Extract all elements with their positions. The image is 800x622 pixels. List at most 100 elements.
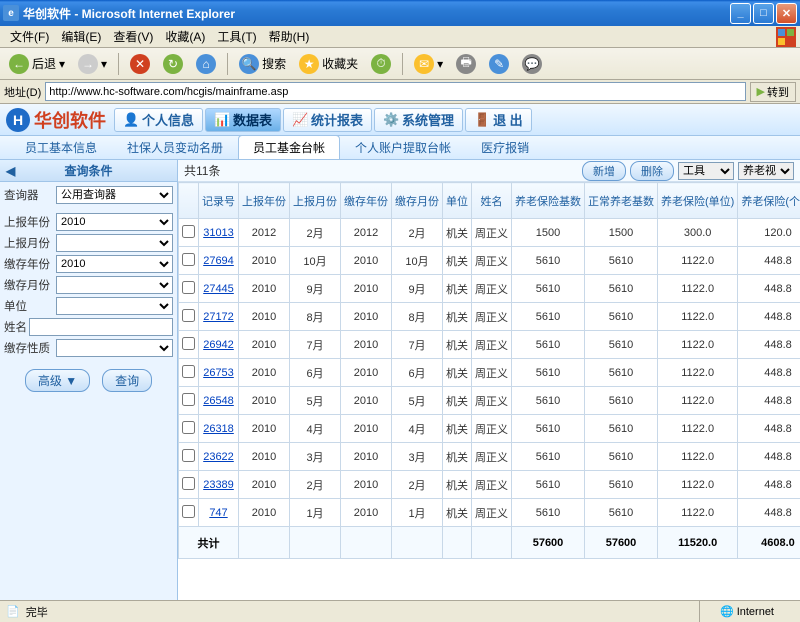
record-link[interactable]: 26318 <box>203 423 234 435</box>
table-row: 27694201010月201010月机关周正义561056101122.044… <box>179 247 800 275</box>
table-row: 2717220108月20108月机关周正义561056101122.0448.… <box>179 303 800 331</box>
maximize-button[interactable]: □ <box>753 3 774 24</box>
row-checkbox[interactable] <box>182 281 195 294</box>
print-button[interactable]: 🖶 <box>451 52 481 76</box>
nature-select[interactable] <box>56 339 173 357</box>
unit-select[interactable] <box>56 297 173 315</box>
row-checkbox[interactable] <box>182 421 195 434</box>
mail-button[interactable]: ✉▾ <box>409 52 448 76</box>
col-header[interactable]: 单位 <box>443 183 472 219</box>
report-month-select[interactable] <box>56 234 173 252</box>
col-header[interactable]: 缴存月份 <box>392 183 443 219</box>
row-checkbox[interactable] <box>182 477 195 490</box>
go-button[interactable]: ▶转到 <box>750 82 796 102</box>
record-link[interactable]: 26942 <box>203 339 234 351</box>
table-row: 74720101月20101月机关周正义561056101122.0448.81… <box>179 499 800 527</box>
query-sidebar: ◀ 查询条件 查询器公用查询器 上报年份2010 上报月份 缴存年份2010 缴… <box>0 160 178 600</box>
table-row: 2362220103月20103月机关周正义561056101122.0448.… <box>179 443 800 471</box>
menu-tools[interactable]: 工具(T) <box>211 26 262 47</box>
search-button[interactable]: 🔍搜索 <box>234 52 291 76</box>
col-header[interactable]: 缴存年份 <box>341 183 392 219</box>
minimize-button[interactable]: _ <box>730 3 751 24</box>
col-header[interactable]: 养老保险(单位) <box>658 183 738 219</box>
forward-button[interactable]: → ▾ <box>73 52 112 76</box>
table-row: 2744520109月20109月机关周正义561056101122.0448.… <box>179 275 800 303</box>
nav-3[interactable]: ⚙️系统管理 <box>374 108 463 132</box>
row-checkbox[interactable] <box>182 505 195 518</box>
table-row: 2675320106月20106月机关周正义561056101122.0448.… <box>179 359 800 387</box>
table-row: 2694220107月20107月机关周正义561056101122.0448.… <box>179 331 800 359</box>
col-header[interactable]: 正常养老基数 <box>585 183 658 219</box>
query-button[interactable]: 查询 <box>102 369 152 392</box>
total-label: 共计 <box>179 527 239 559</box>
row-checkbox[interactable] <box>182 225 195 238</box>
menu-view[interactable]: 查看(V) <box>107 26 159 47</box>
record-link[interactable]: 26548 <box>203 395 234 407</box>
querier-select[interactable]: 公用查询器 <box>56 186 173 204</box>
record-link[interactable]: 31013 <box>203 227 234 239</box>
logo-icon: H <box>6 108 30 132</box>
new-button[interactable]: 新增 <box>582 161 626 181</box>
subtab-0[interactable]: 员工基本信息 <box>10 135 112 159</box>
menu-help[interactable]: 帮助(H) <box>263 26 316 47</box>
record-link[interactable]: 23389 <box>203 479 234 491</box>
pay-month-select[interactable] <box>56 276 173 294</box>
col-header[interactable]: 养老保险基数 <box>512 183 585 219</box>
record-link[interactable]: 23622 <box>203 451 234 463</box>
record-link[interactable]: 27445 <box>203 283 234 295</box>
home-button[interactable]: ⌂ <box>191 52 221 76</box>
row-checkbox[interactable] <box>182 309 195 322</box>
nav-1[interactable]: 📊数据表 <box>205 108 281 132</box>
total-cell: 11520.0 <box>658 527 738 559</box>
advanced-button[interactable]: 高级 ▼ <box>25 369 90 392</box>
col-header[interactable] <box>179 183 199 219</box>
address-bar: 地址(D) ▶转到 <box>0 80 800 104</box>
history-button[interactable]: ⏱ <box>366 52 396 76</box>
menu-file[interactable]: 文件(F) <box>4 26 55 47</box>
nav-4[interactable]: 🚪退 出 <box>465 108 532 132</box>
nav-0[interactable]: 👤个人信息 <box>114 108 203 132</box>
refresh-button[interactable]: ↻ <box>158 52 188 76</box>
subtab-1[interactable]: 社保人员变动名册 <box>112 135 238 159</box>
col-header[interactable]: 养老保险(个人) <box>738 183 800 219</box>
row-checkbox[interactable] <box>182 365 195 378</box>
nav-icon: 🚪 <box>474 112 490 128</box>
record-link[interactable]: 27694 <box>203 255 234 267</box>
col-header[interactable]: 上报月份 <box>290 183 341 219</box>
collapse-icon[interactable]: ◀ <box>6 164 15 178</box>
row-checkbox[interactable] <box>182 253 195 266</box>
address-input[interactable] <box>45 82 745 101</box>
back-button[interactable]: ←后退 ▾ <box>4 52 70 76</box>
view-select[interactable]: 养老视 <box>738 162 794 180</box>
name-input[interactable] <box>29 318 173 336</box>
report-year-select[interactable]: 2010 <box>56 213 173 231</box>
table-row: 2631820104月20104月机关周正义561056101122.0448.… <box>179 415 800 443</box>
stop-button[interactable]: ✕ <box>125 52 155 76</box>
menu-fav[interactable]: 收藏(A) <box>159 26 211 47</box>
subtab-2[interactable]: 员工基金台帐 <box>238 135 340 159</box>
internet-icon: 🌐 <box>720 605 734 618</box>
subtab-3[interactable]: 个人账户提取台帐 <box>340 135 466 159</box>
status-bar: 📄 完毕 🌐Internet <box>0 600 800 622</box>
nav-2[interactable]: 📈统计报表 <box>283 108 372 132</box>
close-button[interactable]: ✕ <box>776 3 797 24</box>
discuss-button[interactable]: 💬 <box>517 52 547 76</box>
row-checkbox[interactable] <box>182 449 195 462</box>
col-header[interactable]: 记录号 <box>199 183 239 219</box>
favorites-button[interactable]: ★收藏夹 <box>294 52 363 76</box>
pay-year-select[interactable]: 2010 <box>56 255 173 273</box>
row-checkbox[interactable] <box>182 337 195 350</box>
col-header[interactable]: 姓名 <box>472 183 512 219</box>
menu-edit[interactable]: 编辑(E) <box>55 26 107 47</box>
record-link[interactable]: 27172 <box>203 311 234 323</box>
col-header[interactable]: 上报年份 <box>239 183 290 219</box>
subtab-4[interactable]: 医疗报销 <box>466 135 544 159</box>
record-link[interactable]: 26753 <box>203 367 234 379</box>
edit-button[interactable]: ✎ <box>484 52 514 76</box>
nav-icon: 📈 <box>292 112 308 128</box>
delete-button[interactable]: 删除 <box>630 161 674 181</box>
tool-select[interactable]: 工具 <box>678 162 734 180</box>
record-link[interactable]: 747 <box>209 507 227 519</box>
row-checkbox[interactable] <box>182 393 195 406</box>
nav-icon: 👤 <box>123 112 139 128</box>
